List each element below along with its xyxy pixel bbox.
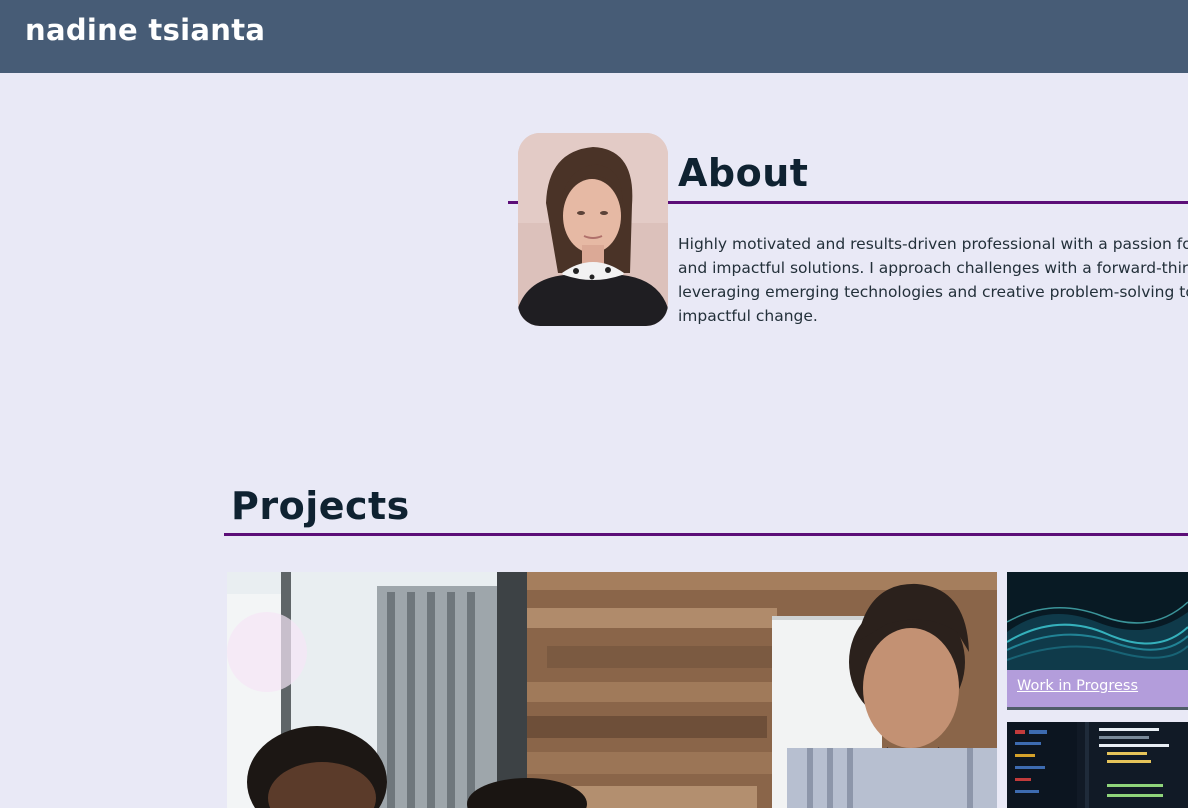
about-heading: About xyxy=(678,151,809,195)
about-line: leveraging emerging technologies and cre… xyxy=(678,283,1188,301)
projects-divider xyxy=(224,533,1188,536)
about-line: and impactful solutions. I approach chal… xyxy=(678,259,1188,277)
site-name-link[interactable]: nadine tsianta xyxy=(25,13,265,47)
top-navbar: nadine tsianta xyxy=(0,0,1188,73)
about-line: impactful change. xyxy=(678,307,818,325)
about-paragraph: Highly motivated and results-driven prof… xyxy=(678,232,1188,328)
profile-photo xyxy=(518,133,668,326)
project-card-wip[interactable]: Work in Progress xyxy=(1007,572,1188,712)
data-wave-image xyxy=(1007,572,1188,670)
about-line: Highly motivated and results-driven prof… xyxy=(678,235,1188,253)
featured-project-card[interactable] xyxy=(227,572,997,808)
code-screen-image xyxy=(1007,722,1188,808)
project-card-code[interactable] xyxy=(1007,722,1188,808)
projects-heading: Projects xyxy=(231,484,410,528)
card-caption-bar: Work in Progress xyxy=(1007,670,1188,710)
work-in-progress-link[interactable]: Work in Progress xyxy=(1017,678,1138,694)
team-meeting-photo xyxy=(227,572,997,808)
